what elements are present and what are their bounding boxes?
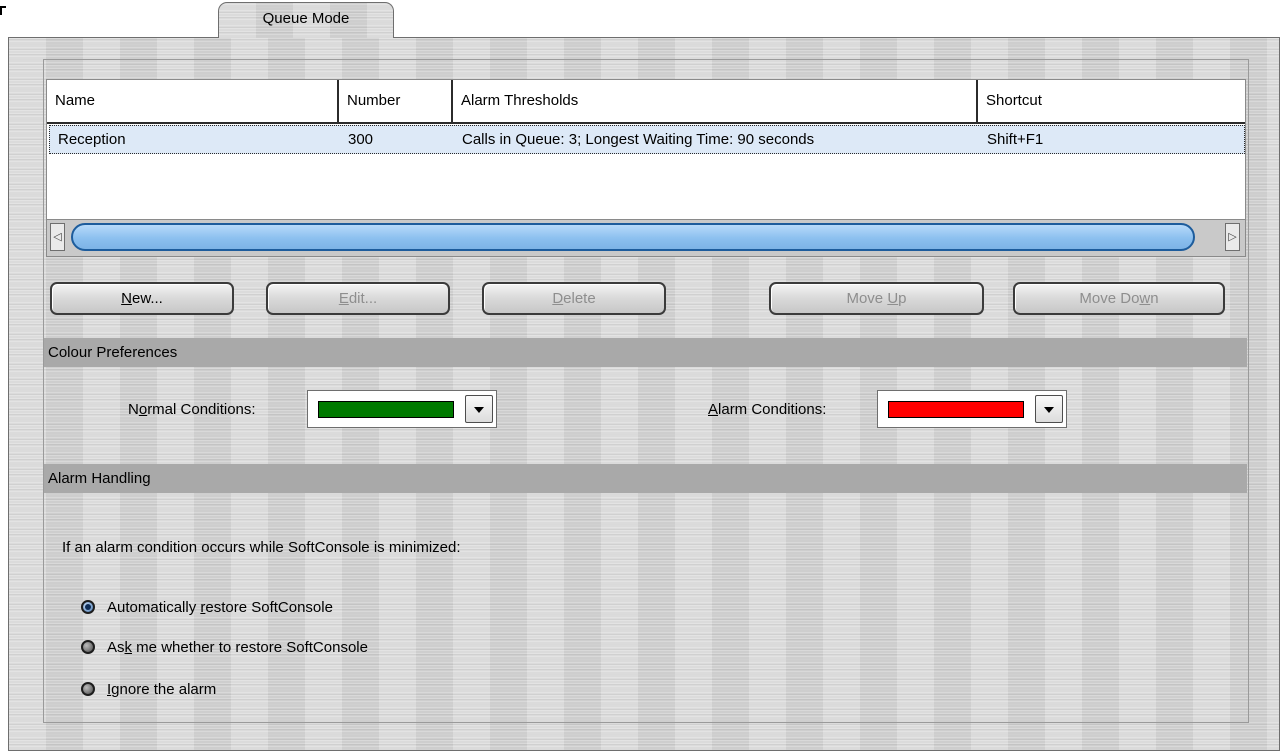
radio-label-mnemonic: k <box>124 639 133 656</box>
horizontal-scrollbar[interactable]: ◁ ▷ <box>47 219 1245 256</box>
column-header-shortcut[interactable]: Shortcut <box>978 80 1245 122</box>
cell-name: Reception <box>58 131 126 148</box>
alarm-conditions-label: Alarm Conditions: <box>708 400 826 420</box>
radio-label-prefix: As <box>107 639 125 656</box>
chevron-down-icon[interactable] <box>1035 395 1063 423</box>
alarm-handling-header: Alarm Handling <box>44 464 1247 493</box>
move-up-label: p <box>898 290 907 307</box>
radio-button-icon[interactable] <box>81 682 95 696</box>
cell-shortcut: Shift+F1 <box>987 131 1044 148</box>
scrollbar-thumb[interactable] <box>71 223 1195 251</box>
tab-queue-mode[interactable]: Queue Mode <box>218 2 394 38</box>
delete-label: elete <box>563 290 596 307</box>
colour-preferences-header: Colour Preferences <box>44 338 1247 367</box>
alarm-conditions-mnemonic: A <box>708 401 719 418</box>
corner-mark <box>0 6 6 15</box>
alarm-conditions-text: larm Conditions: <box>718 401 827 418</box>
edit-mnemonic: E <box>338 290 349 307</box>
alarm-color-swatch <box>888 401 1024 418</box>
radio-label: Ignore the alarm <box>107 680 216 700</box>
delete-mnemonic: D <box>552 290 564 307</box>
move-down-label: n <box>1150 290 1159 307</box>
move-up-mnemonic: U <box>887 290 899 307</box>
table-row[interactable]: Reception 300 Calls in Queue: 3; Longest… <box>49 125 1245 154</box>
normal-color-swatch <box>318 401 454 418</box>
new-button[interactable]: New... <box>50 282 234 315</box>
queue-table[interactable]: Name Number Alarm Thresholds Shortcut Re… <box>46 79 1246 257</box>
move-down-button[interactable]: Move Down <box>1013 282 1225 315</box>
edit-label: dit... <box>348 290 378 307</box>
radio-label-prefix: Automatically <box>107 599 201 616</box>
new-label: ew... <box>131 290 163 307</box>
normal-conditions-prefix: N <box>128 401 139 418</box>
move-up-prefix: Move <box>846 290 888 307</box>
normal-conditions-label: Normal Conditions: <box>128 400 256 420</box>
column-header-number[interactable]: Number <box>339 80 453 122</box>
edit-button[interactable]: Edit... <box>266 282 450 315</box>
radio-button-icon[interactable] <box>81 640 95 654</box>
column-header-alarm-thresholds[interactable]: Alarm Thresholds <box>453 80 978 122</box>
scroll-left-arrow-icon[interactable]: ◁ <box>50 223 65 251</box>
cell-alarm-thresholds: Calls in Queue: 3; Longest Waiting Time:… <box>462 131 815 148</box>
chevron-down-icon[interactable] <box>465 395 493 423</box>
radio-label: Ask me whether to restore SoftConsole <box>107 638 368 658</box>
table-header: Name Number Alarm Thresholds Shortcut <box>47 80 1245 124</box>
normal-conditions-mnemonic: o <box>138 401 148 418</box>
delete-button[interactable]: Delete <box>482 282 666 315</box>
move-down-mnemonic: w <box>1139 290 1151 307</box>
radio-label-text: estore SoftConsole <box>205 599 333 616</box>
scroll-right-arrow-icon[interactable]: ▷ <box>1225 223 1240 251</box>
alarm-handling-prompt: If an alarm condition occurs while SoftC… <box>62 539 461 556</box>
move-down-prefix: Move Do <box>1079 290 1140 307</box>
cell-number: 300 <box>348 131 374 148</box>
normal-conditions-text: rmal Conditions: <box>147 401 256 418</box>
radio-label: Automatically restore SoftConsole <box>107 598 333 618</box>
radio-label-text: me whether to restore SoftConsole <box>132 639 368 656</box>
move-up-button[interactable]: Move Up <box>769 282 984 315</box>
radio-label-text: gnore the alarm <box>111 681 217 698</box>
new-mnemonic: N <box>121 290 132 307</box>
tab-label: Queue Mode <box>262 10 350 27</box>
alarm-conditions-color-select[interactable] <box>877 390 1067 428</box>
radio-button-icon[interactable] <box>81 600 95 614</box>
normal-conditions-color-select[interactable] <box>307 390 497 428</box>
column-header-name[interactable]: Name <box>47 80 339 122</box>
